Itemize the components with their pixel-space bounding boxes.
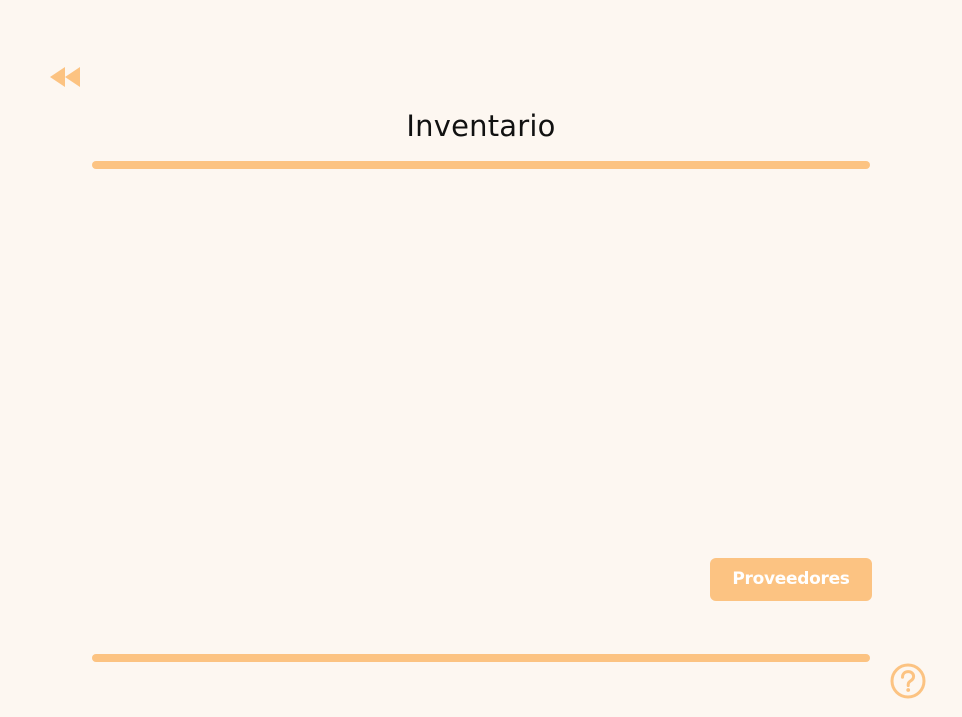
- suppliers-button[interactable]: Proveedores: [710, 558, 872, 601]
- question-circle-icon: [890, 663, 926, 699]
- double-chevron-left-icon: [50, 67, 80, 87]
- footer-divider: [92, 654, 870, 662]
- back-button[interactable]: [48, 64, 84, 90]
- header-divider: [92, 161, 870, 169]
- help-button[interactable]: [889, 662, 927, 700]
- page-title: Inventario: [406, 109, 556, 143]
- inventory-content: [92, 180, 870, 540]
